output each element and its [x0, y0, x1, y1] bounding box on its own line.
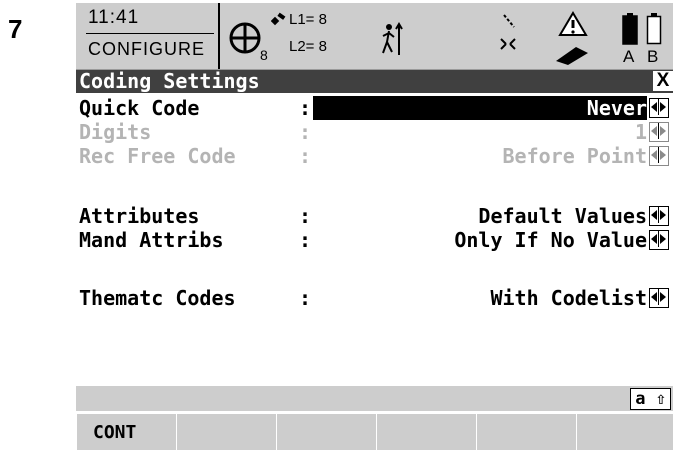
message-bar: a ⇧ — [76, 386, 673, 411]
left-right-arrows-icon[interactable] — [649, 206, 669, 226]
field-value: Before Point — [502, 144, 648, 168]
left-right-arrows-icon[interactable] — [649, 288, 669, 308]
softkey-f3[interactable] — [276, 413, 376, 450]
person-icon — [382, 22, 403, 55]
battery-a-icon — [622, 13, 638, 45]
field-quick-code[interactable]: Quick Code : Never — [76, 96, 673, 120]
field-value: Never — [586, 96, 647, 120]
satellite-crosshair-icon — [229, 22, 261, 54]
softkey-cont[interactable]: CONT — [76, 413, 176, 450]
field-colon: : — [299, 204, 312, 228]
battery-b-icon — [646, 13, 662, 45]
battery-b-label: B — [647, 47, 659, 66]
field-colon: : — [299, 96, 312, 120]
left-right-arrows-icon — [649, 146, 669, 166]
field-label: Quick Code — [79, 96, 200, 120]
left-right-arrows-icon[interactable] — [649, 98, 669, 118]
field-label: Attributes — [79, 204, 200, 228]
l2-count: L2= 8 — [289, 38, 327, 55]
field-colon: : — [299, 120, 312, 144]
l1-count: L1= 8 — [289, 11, 327, 28]
mode-label: CONFIGURE — [88, 39, 205, 59]
swap-icon — [500, 38, 516, 50]
tilt-icon — [503, 14, 515, 28]
status-divider — [86, 33, 214, 34]
field-colon: : — [299, 286, 312, 310]
left-right-arrows-icon[interactable] — [649, 230, 669, 250]
field-label: Thematc Codes — [79, 286, 236, 310]
field-colon: : — [299, 144, 312, 168]
field-attributes[interactable]: Attributes : Default Values — [76, 204, 673, 228]
page-title: Coding Settings — [79, 69, 260, 93]
field-value: With Codelist — [490, 286, 647, 310]
field-mand-attribs[interactable]: Mand Attribs : Only If No Value — [76, 228, 673, 252]
status-bar: 11:41 CONFIGURE 8 L1= 8 L2= 8 A B — [76, 3, 673, 70]
softkey-bar: CONT — [76, 413, 673, 450]
field-value: Default Values — [478, 204, 647, 228]
softkey-f4[interactable] — [376, 413, 476, 450]
field-thematc-codes[interactable]: Thematc Codes : With Codelist — [76, 286, 673, 310]
signal-icon — [271, 12, 286, 26]
field-label: Digits — [79, 120, 152, 144]
memory-card-icon — [556, 47, 588, 65]
warning-icon — [558, 11, 588, 36]
softkey-f6[interactable] — [576, 413, 673, 450]
title-bar: Coding Settings X — [76, 70, 673, 93]
softkey-f2[interactable] — [176, 413, 276, 450]
field-colon: : — [299, 228, 312, 252]
clock: 11:41 — [88, 7, 140, 28]
step-number: 7 — [8, 14, 23, 44]
field-rec-free-code: Rec Free Code : Before Point — [76, 144, 673, 168]
input-mode-indicator: a ⇧ — [630, 388, 671, 410]
satellite-count: 8 — [260, 47, 268, 63]
field-value: 1 — [634, 120, 647, 144]
instrument-screen: 11:41 CONFIGURE 8 L1= 8 L2= 8 A B Coding… — [76, 3, 673, 450]
field-value: Only If No Value — [454, 228, 647, 252]
status-separator — [218, 3, 220, 69]
softkey-f5[interactable] — [476, 413, 576, 450]
close-button[interactable]: X — [653, 71, 673, 91]
field-digits: Digits : 1 — [76, 120, 673, 144]
field-label: Mand Attribs — [79, 228, 224, 252]
field-label: Rec Free Code — [79, 144, 236, 168]
battery-a-label: A — [623, 47, 635, 66]
left-right-arrows-icon — [649, 122, 669, 142]
softkey-label: CONT — [93, 422, 137, 443]
